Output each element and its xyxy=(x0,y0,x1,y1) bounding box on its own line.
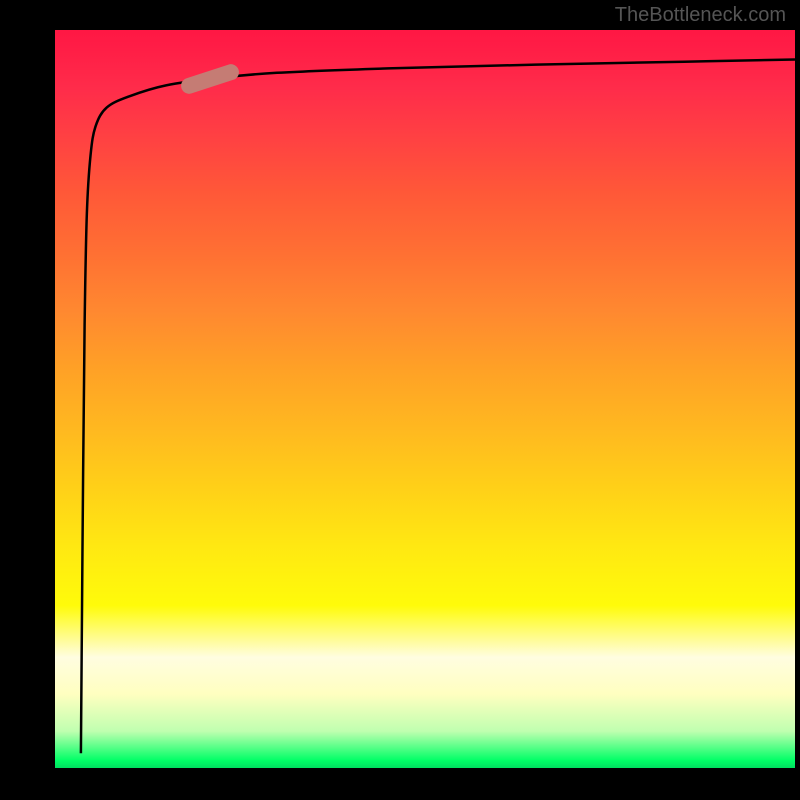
watermark-text: TheBottleneck.com xyxy=(615,4,786,27)
chart-container: TheBottleneck.com xyxy=(0,0,800,800)
performance-curve xyxy=(81,60,795,754)
plot-area xyxy=(55,30,795,768)
curve-svg xyxy=(55,30,795,768)
